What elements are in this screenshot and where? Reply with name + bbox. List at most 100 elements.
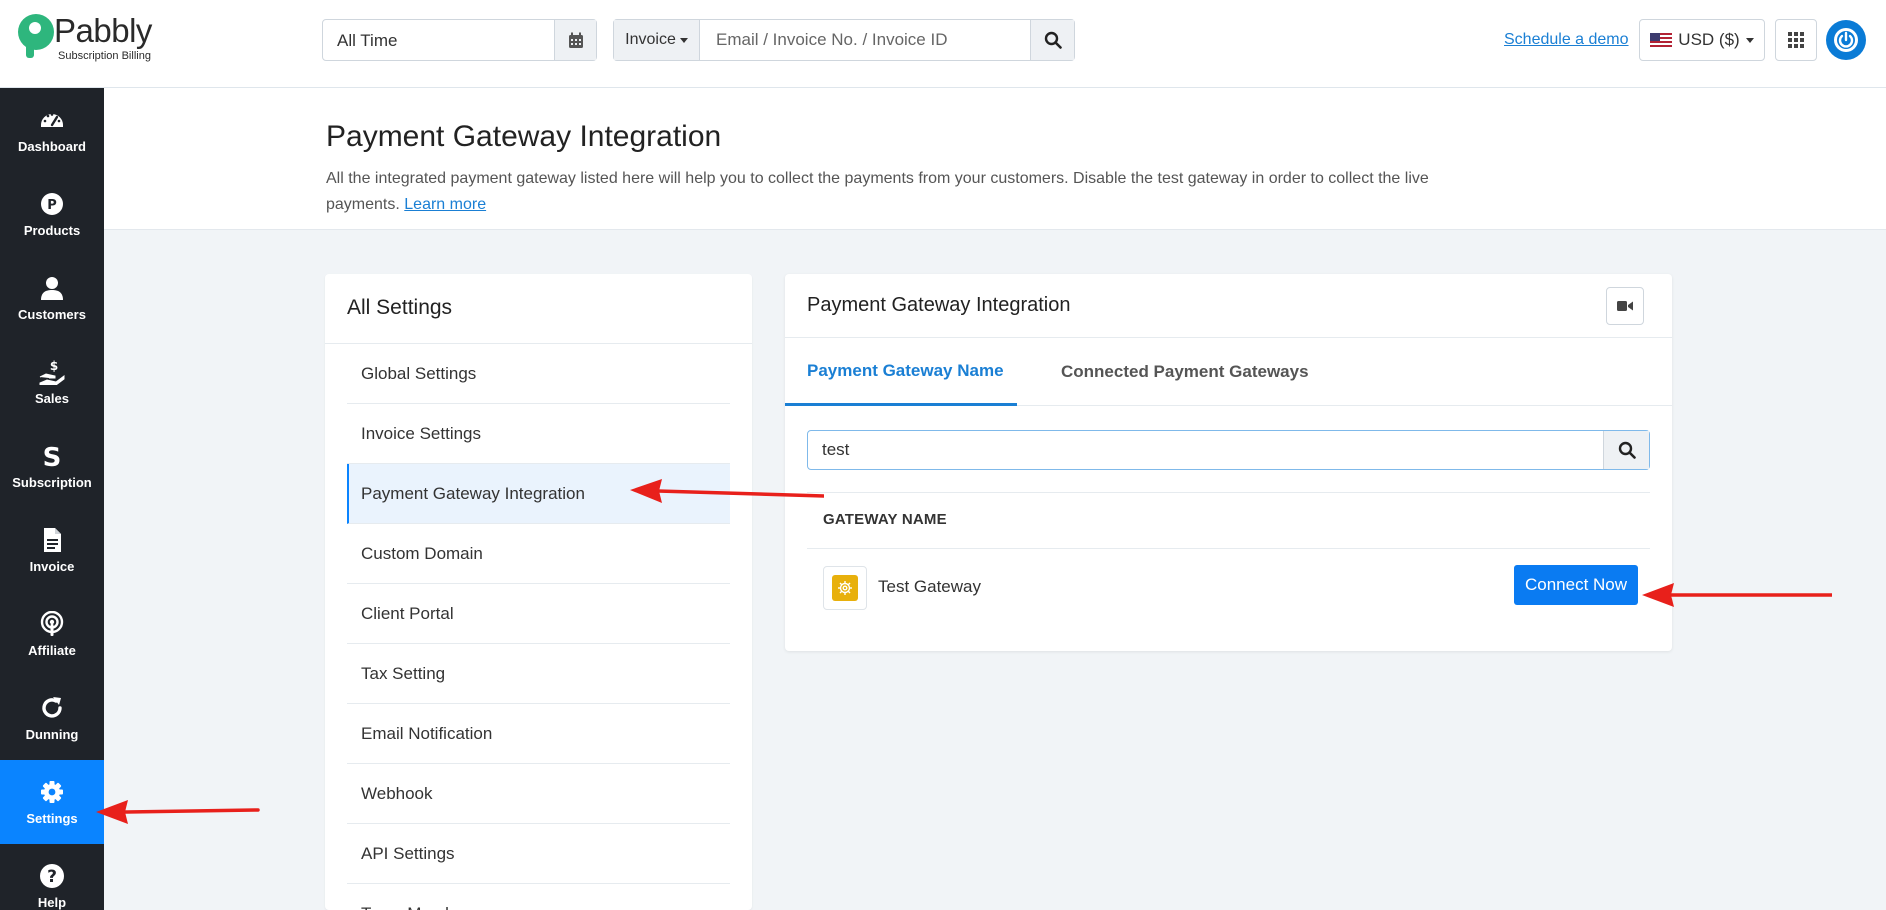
brand-subtitle: Subscription Billing	[58, 50, 151, 62]
power-icon	[1834, 28, 1858, 52]
tab-payment-gateway-name[interactable]: Payment Gateway Name	[785, 338, 1017, 406]
calendar-button[interactable]	[554, 20, 596, 60]
sidebar-label: Products	[23, 222, 81, 238]
search-icon	[1044, 31, 1062, 49]
gear-icon	[838, 581, 852, 595]
currency-label: USD ($)	[1678, 30, 1740, 49]
svg-text:$: $	[50, 359, 58, 373]
brand-name: Pabbly	[54, 12, 152, 49]
payment-gateway-card: Payment Gateway Integration Payment Gate…	[785, 274, 1672, 651]
search-input[interactable]	[700, 20, 1031, 60]
date-filter[interactable]: All Time	[322, 19, 597, 61]
page-title: Payment Gateway Integration	[326, 120, 722, 153]
divider	[807, 548, 1650, 549]
settings-menu-card: All Settings Global Settings Invoice Set…	[325, 274, 752, 910]
us-flag-icon	[1650, 32, 1673, 48]
hand-dollar-icon: $	[39, 359, 65, 385]
apps-grid-icon	[1788, 32, 1804, 48]
apps-button[interactable]	[1775, 19, 1817, 61]
settings-item-invoice-settings[interactable]: Invoice Settings	[347, 404, 730, 464]
sidebar-label: Dashboard	[18, 138, 86, 154]
gateway-search-input[interactable]	[808, 431, 1603, 469]
gateway-search	[807, 430, 1650, 470]
gear-icon	[41, 780, 63, 803]
refresh-icon	[42, 696, 62, 718]
annotation-arrow-icon	[1642, 583, 1832, 607]
divider	[807, 492, 1650, 493]
sidebar-item-subscription[interactable]: S Subscription	[0, 424, 104, 508]
learn-more-link[interactable]: Learn more	[404, 196, 486, 213]
test-gateway-logo	[823, 566, 867, 610]
svg-text:P: P	[47, 198, 57, 213]
sidebar-label: Affiliate	[28, 642, 76, 658]
settings-item-global-settings[interactable]: Global Settings	[347, 344, 730, 404]
sidebar-item-dashboard[interactable]: Dashboard	[0, 88, 104, 172]
products-p-icon: P	[41, 192, 63, 215]
gateway-search-button[interactable]	[1603, 431, 1649, 469]
page-header: Payment Gateway Integration All the inte…	[104, 88, 1886, 230]
sidebar-label: Dunning	[25, 726, 79, 742]
connect-now-button[interactable]: Connect Now	[1514, 565, 1638, 605]
sidebar-label: Invoice	[29, 558, 75, 574]
account-button[interactable]	[1826, 20, 1866, 60]
tab-connected-payment-gateways[interactable]: Connected Payment Gateways	[1061, 338, 1309, 406]
settings-item-team-members[interactable]: Team Members	[347, 884, 730, 910]
sidebar-label: Sales	[35, 390, 69, 406]
video-tutorial-button[interactable]	[1606, 287, 1644, 325]
gauge-icon	[41, 112, 63, 127]
currency-selector[interactable]: USD ($)	[1639, 19, 1765, 61]
sidebar-item-products[interactable]: P Products	[0, 172, 104, 256]
video-camera-icon	[1617, 301, 1633, 311]
logo-mark	[18, 14, 54, 50]
sidebar-item-invoice[interactable]: Invoice	[0, 508, 104, 592]
settings-item-client-portal[interactable]: Client Portal	[347, 584, 730, 644]
settings-item-webhook[interactable]: Webhook	[347, 764, 730, 824]
pabbly-logo[interactable]: Pabbly Subscription Billing	[18, 12, 158, 68]
settings-item-tax-setting[interactable]: Tax Setting	[347, 644, 730, 704]
page-description: All the integrated payment gateway liste…	[326, 166, 1476, 218]
sidebar-item-help[interactable]: ? Help	[0, 844, 104, 910]
svg-text:S: S	[43, 443, 62, 469]
gateway-tabs: Payment Gateway Name Connected Payment G…	[785, 338, 1672, 406]
sidebar-item-customers[interactable]: Customers	[0, 256, 104, 340]
sidebar-label: Settings	[26, 810, 78, 826]
schedule-demo-link[interactable]: Schedule a demo	[1504, 31, 1629, 49]
sidebar-label: Help	[37, 894, 67, 910]
search-type-label: Invoice	[625, 31, 676, 48]
file-icon	[44, 527, 61, 552]
gateway-logo-badge	[832, 575, 858, 601]
date-filter-value: All Time	[337, 31, 398, 50]
column-header-gateway-name: GATEWAY NAME	[823, 511, 947, 528]
annotation-arrow-icon	[96, 800, 260, 824]
sidebar-item-affiliate[interactable]: Affiliate	[0, 592, 104, 676]
sidebar: Dashboard P Products Customers $ Sales S…	[0, 88, 104, 910]
gateway-card-title: Payment Gateway Integration	[807, 294, 1071, 316]
top-bar: Pabbly Subscription Billing All Time Inv…	[0, 0, 1886, 88]
sidebar-label: Customers	[18, 306, 86, 322]
help-icon: ?	[40, 863, 64, 888]
search-type-dropdown[interactable]: Invoice	[614, 20, 700, 60]
sidebar-label: Subscription	[12, 474, 92, 490]
sidebar-item-dunning[interactable]: Dunning	[0, 676, 104, 760]
svg-text:?: ?	[47, 867, 57, 887]
settings-title: All Settings	[347, 296, 453, 319]
page-description-text: All the integrated payment gateway liste…	[326, 170, 1429, 213]
broadcast-icon	[40, 610, 64, 636]
subscription-s-icon: S	[43, 443, 62, 469]
chevron-down-icon	[679, 37, 688, 43]
settings-item-api-settings[interactable]: API Settings	[347, 824, 730, 884]
gateway-card-header: Payment Gateway Integration	[785, 274, 1672, 338]
user-icon	[41, 276, 63, 300]
annotation-arrow-icon	[630, 479, 824, 503]
gateway-name: Test Gateway	[878, 577, 981, 596]
settings-item-email-notification[interactable]: Email Notification	[347, 704, 730, 764]
global-search: Invoice	[613, 19, 1075, 61]
sidebar-item-sales[interactable]: $ Sales	[0, 340, 104, 424]
settings-item-custom-domain[interactable]: Custom Domain	[347, 524, 730, 584]
search-icon	[1618, 441, 1636, 459]
sidebar-item-settings[interactable]: Settings	[0, 760, 104, 844]
search-button[interactable]	[1030, 20, 1074, 60]
calendar-icon	[568, 32, 583, 48]
chevron-down-icon	[1745, 37, 1754, 43]
settings-header: All Settings	[325, 274, 752, 344]
